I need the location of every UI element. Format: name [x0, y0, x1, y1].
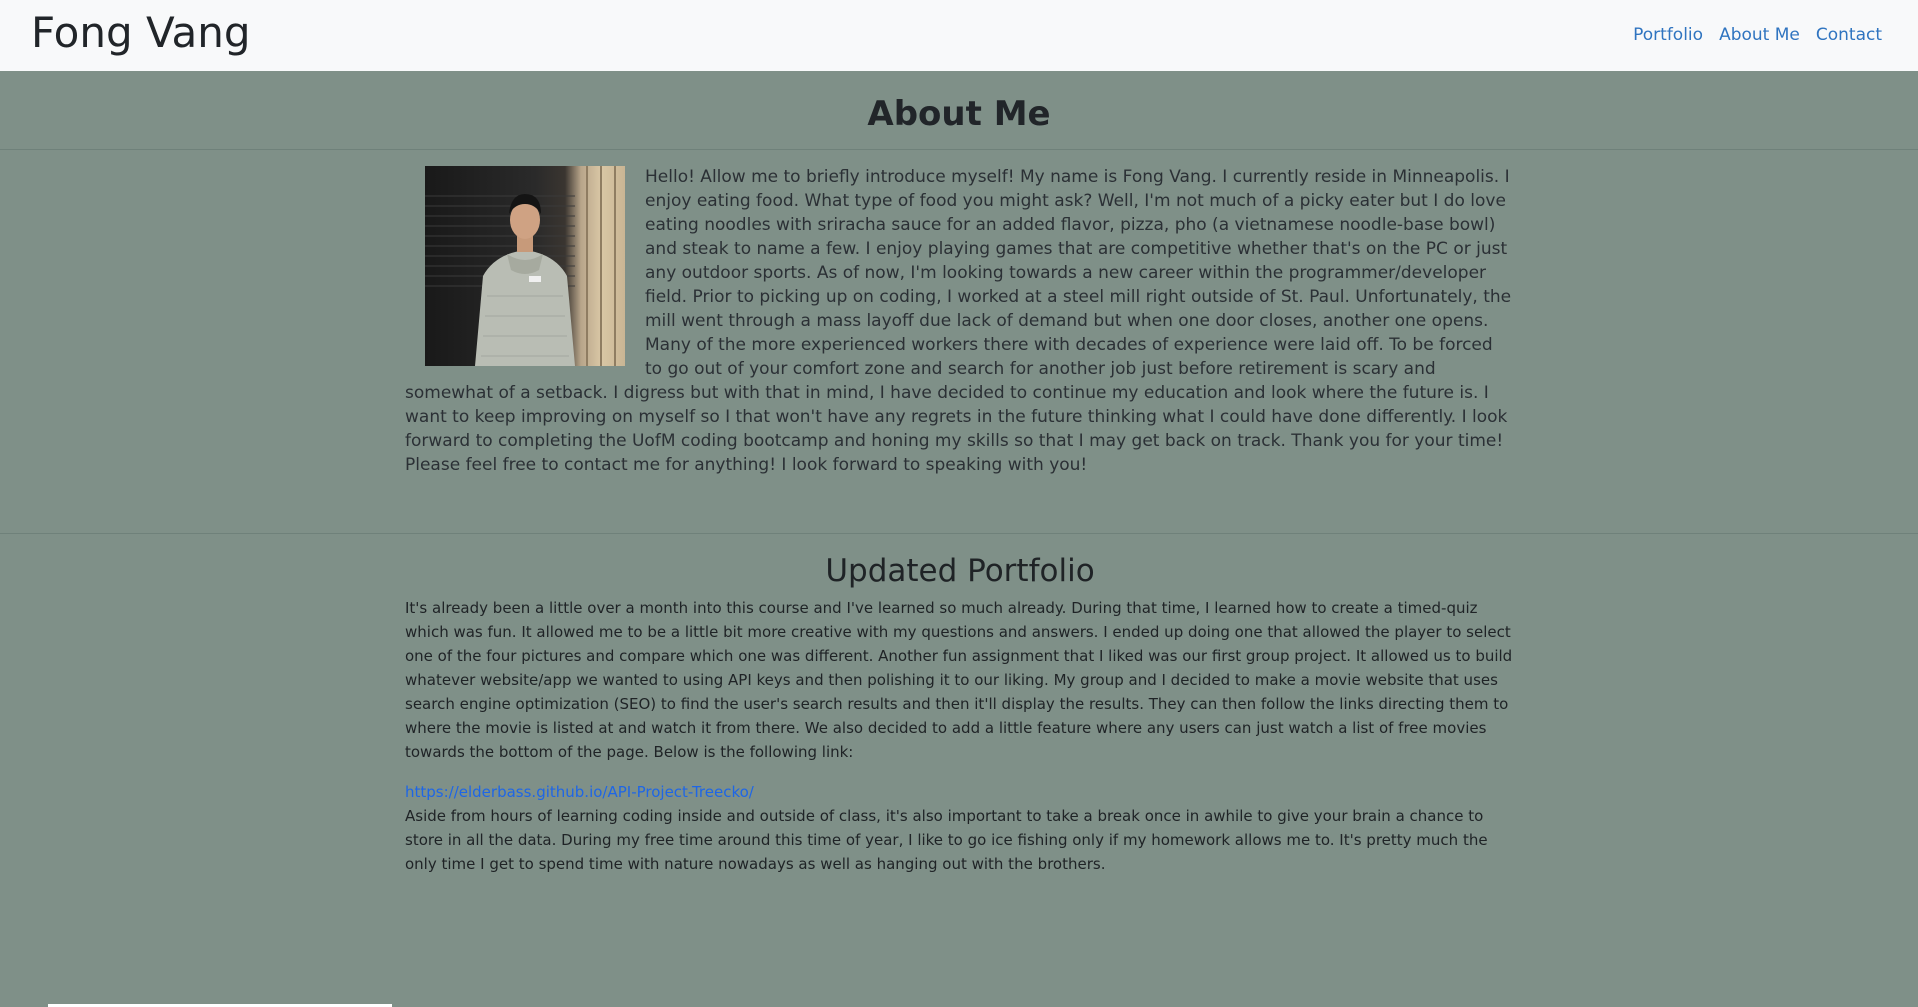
about-heading: About Me	[867, 94, 1051, 134]
project-link[interactable]: https://elderbass.github.io/API-Project-…	[405, 780, 1515, 804]
portfolio-heading: Updated Portfolio	[825, 553, 1095, 589]
profile-photo	[425, 166, 625, 366]
about-section: Hello! Allow me to briefly introduce mys…	[405, 165, 1515, 477]
brand-title[interactable]: Fong Vang	[31, 6, 250, 60]
top-navbar: Fong Vang Portfolio About Me Contact	[0, 0, 1918, 71]
about-header: About Me	[0, 71, 1918, 150]
portfolio-paragraph-1: It's already been a little over a month …	[405, 599, 1513, 761]
nav-links: Portfolio About Me Contact	[1633, 23, 1882, 47]
nav-link-contact[interactable]: Contact	[1816, 23, 1882, 47]
portfolio-paragraph-2: Aside from hours of learning coding insi…	[405, 807, 1488, 873]
nav-link-about-me[interactable]: About Me	[1719, 23, 1800, 47]
section-divider	[0, 533, 1918, 534]
person-photo-icon	[425, 166, 616, 366]
portfolio-section: Updated Portfolio It's already been a li…	[405, 548, 1515, 876]
nav-link-portfolio[interactable]: Portfolio	[1633, 23, 1703, 47]
